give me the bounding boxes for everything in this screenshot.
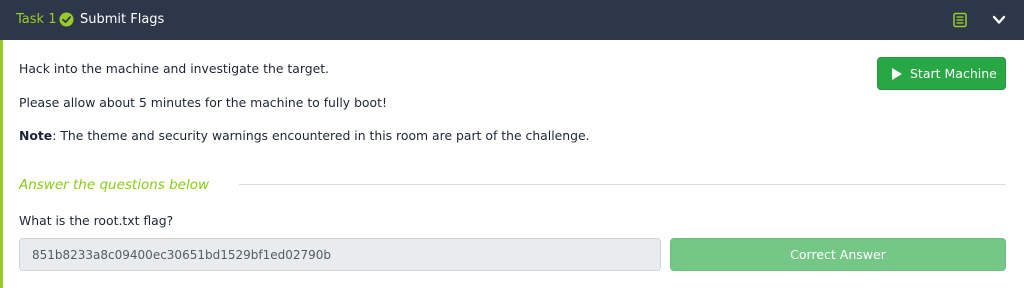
heading-divider <box>239 184 1006 185</box>
answer-input[interactable] <box>19 238 661 271</box>
task-number: Task 1 <box>16 12 57 27</box>
answer-section-heading: Answer the questions below <box>19 177 210 193</box>
note-paragraph: Note: The theme and security warnings en… <box>19 128 590 144</box>
note-label: Note <box>19 128 53 143</box>
task-description: Hack into the machine and investigate th… <box>19 61 329 76</box>
check-circle-icon <box>59 12 74 27</box>
boot-notice: Please allow about 5 minutes for the mac… <box>19 95 387 110</box>
correct-answer-button[interactable]: Correct Answer <box>670 238 1006 271</box>
play-icon <box>892 68 902 80</box>
start-machine-button[interactable]: Start Machine <box>877 57 1006 90</box>
task-title: Submit Flags <box>80 12 165 27</box>
start-machine-label: Start Machine <box>910 66 997 81</box>
chevron-down-icon[interactable] <box>991 13 1007 27</box>
notes-icon[interactable] <box>952 12 968 28</box>
task-card: Task 1 Submit Flags Hack into the machin… <box>0 0 1024 288</box>
note-text: : The theme and security warnings encoun… <box>52 128 590 143</box>
task-body: Hack into the machine and investigate th… <box>0 40 1024 288</box>
task-header[interactable]: Task 1 Submit Flags <box>0 0 1024 40</box>
question-text: What is the root.txt flag? <box>19 213 174 228</box>
